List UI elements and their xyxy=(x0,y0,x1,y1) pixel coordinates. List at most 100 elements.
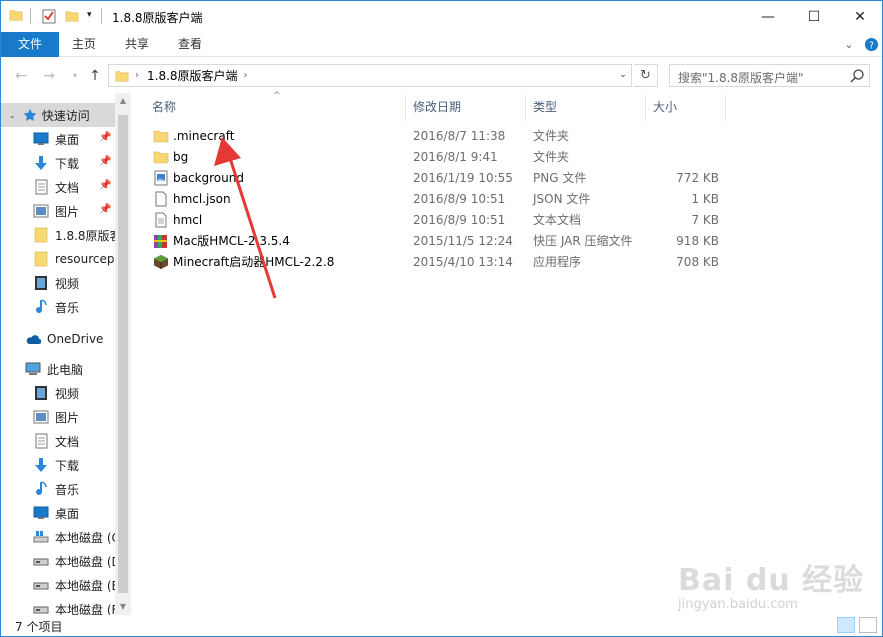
minimize-button[interactable]: — xyxy=(745,1,791,32)
breadcrumb-separator-icon[interactable]: › xyxy=(244,70,248,81)
nav-item-downloads[interactable]: 下载 📌 xyxy=(1,151,115,175)
computer-icon xyxy=(25,361,41,377)
column-header-date[interactable]: 修改日期 xyxy=(413,93,523,121)
folder-icon xyxy=(153,149,169,165)
music-icon xyxy=(33,481,49,497)
forward-button[interactable]: → xyxy=(39,66,59,86)
file-row[interactable]: Minecraft启动器HMCL-2.2.8 2015/4/10 13:14 应… xyxy=(133,252,733,273)
breadcrumb-separator-icon[interactable]: › xyxy=(135,70,139,81)
nav-label: 文档 xyxy=(55,180,80,195)
nav-label: 本地磁盘 (E xyxy=(55,578,115,593)
nav-pc-music[interactable]: 音乐 xyxy=(1,477,115,501)
up-button[interactable]: ↑ xyxy=(85,66,105,86)
nav-label: 视频 xyxy=(55,386,80,401)
status-bar: 7 个项目 xyxy=(1,615,882,636)
tab-share[interactable]: 共享 xyxy=(111,32,163,57)
nav-pc-documents[interactable]: 文档 xyxy=(1,429,115,453)
nav-pc-pictures[interactable]: 图片 xyxy=(1,405,115,429)
nav-item-folder-resourcepacks[interactable]: resourcep xyxy=(1,247,115,271)
tab-file[interactable]: 文件 xyxy=(1,32,59,57)
nav-pc-drive-c[interactable]: 本地磁盘 (C xyxy=(1,525,115,549)
svg-text:?: ? xyxy=(869,40,874,51)
help-icon[interactable]: ? xyxy=(863,37,879,53)
address-dropdown-icon[interactable]: ⌄ xyxy=(613,64,633,87)
details-view-icon[interactable] xyxy=(837,617,855,633)
item-count: 7 个项目 xyxy=(15,620,63,634)
refresh-button[interactable]: ↻ xyxy=(634,64,658,87)
nav-pc-drive-f[interactable]: 本地磁盘 (F xyxy=(1,597,115,615)
image-file-icon xyxy=(153,170,169,186)
file-row[interactable]: hmcl.json 2016/8/9 10:51 JSON 文件 1 KB xyxy=(133,189,733,210)
file-row[interactable]: background 2016/1/19 10:55 PNG 文件 772 KB xyxy=(133,168,733,189)
scroll-down-icon[interactable]: ▼ xyxy=(115,599,131,615)
properties-icon[interactable] xyxy=(41,8,57,24)
file-row[interactable]: bg 2016/8/1 9:41 文件夹 xyxy=(133,147,733,168)
nav-pc-desktop[interactable]: 桌面 xyxy=(1,501,115,525)
close-button[interactable]: ✕ xyxy=(837,1,883,32)
pin-icon: 📌 xyxy=(99,204,112,215)
download-icon xyxy=(33,457,49,473)
breadcrumb-current[interactable]: 1.8.8原版客户端 xyxy=(147,67,238,84)
drive-c-icon xyxy=(33,529,49,545)
customize-toolbar-icon[interactable]: ▾ xyxy=(87,10,92,20)
file-list: ^ 名称 修改日期 类型 大小 .minecraft 2016/8/7 11:3… xyxy=(133,91,882,615)
nav-quick-access[interactable]: ⌄ 快速访问 xyxy=(1,103,115,127)
column-header-type[interactable]: 类型 xyxy=(533,93,643,121)
maximize-button[interactable]: ☐ xyxy=(791,1,837,32)
nav-pc-drive-d[interactable]: 本地磁盘 (D xyxy=(1,549,115,573)
scrollbar-thumb[interactable] xyxy=(118,115,128,593)
search-icon[interactable] xyxy=(849,68,865,84)
file-name: Mac版HMCL-2.3.5.4 xyxy=(173,234,290,248)
file-row[interactable]: Mac版HMCL-2.3.5.4 2015/11/5 12:24 快压 JAR … xyxy=(133,231,733,252)
nav-item-videos[interactable]: 视频 xyxy=(1,271,115,295)
chevron-down-icon[interactable]: ⌄ xyxy=(9,111,16,120)
file-date: 2016/8/7 11:38 xyxy=(413,129,506,143)
file-type: 文本文档 xyxy=(533,213,582,227)
file-date: 2016/8/9 10:51 xyxy=(413,213,506,227)
nav-item-documents[interactable]: 文档 📌 xyxy=(1,175,115,199)
column-header-size[interactable]: 大小 xyxy=(653,93,723,121)
file-type: PNG 文件 xyxy=(533,171,587,185)
nav-item-desktop[interactable]: 桌面 📌 xyxy=(1,127,115,151)
nav-label: 本地磁盘 (F xyxy=(55,602,115,616)
file-row[interactable]: hmcl 2016/8/9 10:51 文本文档 7 KB xyxy=(133,210,733,231)
star-icon xyxy=(22,107,38,123)
nav-pc-drive-e[interactable]: 本地磁盘 (E xyxy=(1,573,115,597)
nav-this-pc[interactable]: 此电脑 xyxy=(1,357,115,381)
column-header-name[interactable]: 名称 xyxy=(152,93,402,121)
nav-item-music[interactable]: 音乐 xyxy=(1,295,115,319)
nav-onedrive[interactable]: OneDrive xyxy=(1,327,115,351)
drive-icon xyxy=(33,577,49,593)
large-icons-view-icon[interactable] xyxy=(859,617,877,633)
nav-item-folder-188[interactable]: 1.8.8原版客 xyxy=(1,223,115,247)
nav-label: 视频 xyxy=(55,276,80,291)
back-button[interactable]: ← xyxy=(11,66,31,86)
nav-pc-videos[interactable]: 视频 xyxy=(1,381,115,405)
file-size: 708 KB xyxy=(676,255,719,269)
address-bar[interactable]: › 1.8.8原版客户端 › xyxy=(108,64,632,87)
nav-label: 本地磁盘 (D xyxy=(55,554,115,569)
file-name: hmcl.json xyxy=(173,192,231,206)
nav-label: 音乐 xyxy=(55,482,80,497)
new-folder-icon[interactable] xyxy=(65,8,79,24)
nav-item-pictures[interactable]: 图片 📌 xyxy=(1,199,115,223)
file-size xyxy=(653,126,719,147)
file-date: 2016/8/1 9:41 xyxy=(413,150,498,164)
tab-view[interactable]: 查看 xyxy=(165,32,215,57)
recent-locations-icon[interactable]: ▾ xyxy=(65,66,85,86)
folder-icon xyxy=(9,8,23,22)
watermark: Bai du 经验 jingyan.baidu.com xyxy=(678,555,864,612)
picture-icon xyxy=(33,409,49,425)
address-row: ← → ▾ ↑ › 1.8.8原版客户端 › ⌄ ↻ 搜索"1.8.8原版客户端… xyxy=(1,58,882,93)
nav-label: 桌面 xyxy=(55,506,80,521)
search-box[interactable]: 搜索"1.8.8原版客户端" xyxy=(669,64,870,87)
scroll-up-icon[interactable]: ▲ xyxy=(115,93,131,109)
expand-ribbon-icon[interactable]: ⌄ xyxy=(841,37,857,53)
nav-pc-downloads[interactable]: 下载 xyxy=(1,453,115,477)
tab-home[interactable]: 主页 xyxy=(59,32,109,57)
document-icon xyxy=(33,179,49,195)
file-row[interactable]: .minecraft 2016/8/7 11:38 文件夹 xyxy=(133,126,733,147)
desktop-icon xyxy=(33,505,49,521)
nav-scrollbar[interactable]: ▲ ▼ xyxy=(115,93,131,615)
video-icon xyxy=(33,385,49,401)
